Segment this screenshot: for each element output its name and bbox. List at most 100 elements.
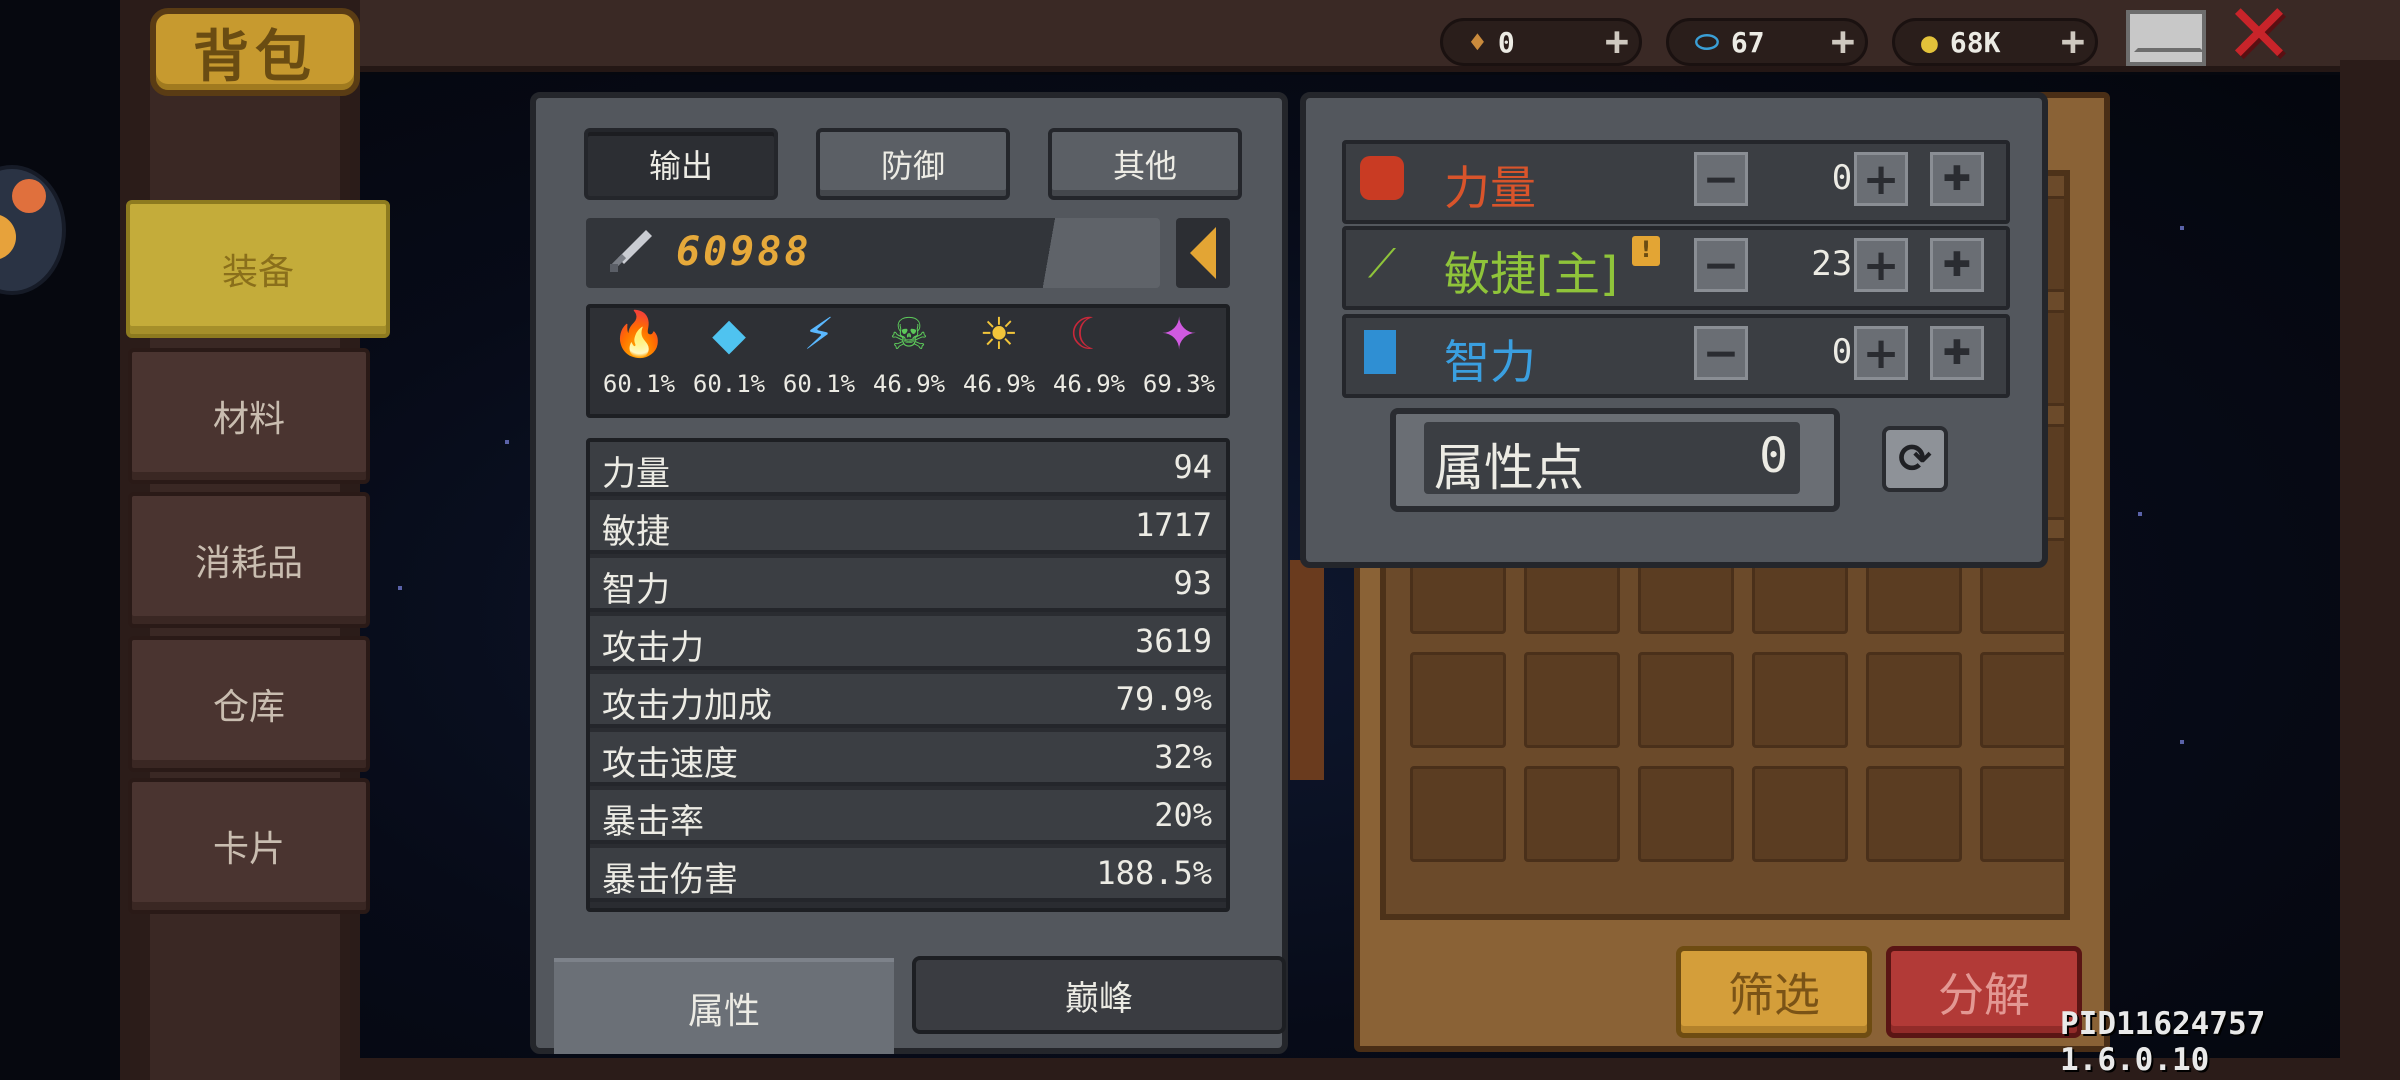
fire-icon: 🔥 xyxy=(611,309,667,360)
element-ice-value: 60.1% xyxy=(692,370,766,398)
stat-value: 188.5% xyxy=(1096,854,1212,892)
inventory-slot[interactable] xyxy=(1752,652,1848,748)
inventory-slot[interactable] xyxy=(1752,766,1848,862)
mail-icon[interactable] xyxy=(2126,10,2206,66)
sidebar-tab-consumables[interactable]: 消耗品 xyxy=(128,492,370,628)
close-icon[interactable]: ✕ xyxy=(2222,0,2296,76)
ice-crystal-icon: ◆ xyxy=(712,309,746,360)
increase-agility-max-button[interactable]: ✚ xyxy=(1930,238,1984,292)
sidebar-tab-materials[interactable]: 材料 xyxy=(128,348,370,484)
sidebar-tab-warehouse[interactable]: 仓库 xyxy=(128,636,370,772)
tab-defense[interactable]: 防御 xyxy=(816,128,1010,200)
light-sun-icon: ☀ xyxy=(979,309,1019,360)
stat-value: 93 xyxy=(1173,564,1212,602)
book-icon xyxy=(1364,330,1396,374)
stat-value: 32% xyxy=(1154,738,1212,776)
inventory-slot[interactable] xyxy=(1980,652,2064,748)
filter-button[interactable]: 筛选 xyxy=(1676,946,1872,1038)
alloc-row-intelligence: 智力 − 0 + ✚ xyxy=(1342,314,2010,398)
increase-intelligence-button[interactable]: + xyxy=(1854,326,1908,380)
stat-value: 3619 xyxy=(1134,622,1212,660)
stat-row-crit-rate: 暴击率 20% xyxy=(590,790,1226,844)
right-frame xyxy=(2340,60,2400,1080)
add-crystal-button[interactable]: + xyxy=(1605,21,1629,63)
stat-row-crit-damage: 暴击伤害 188.5% xyxy=(590,848,1226,902)
sidebar-tab-equipment[interactable]: 装备 xyxy=(126,200,390,338)
element-arcane-value: 69.3% xyxy=(1142,370,1216,398)
star-decoration xyxy=(505,440,509,444)
element-lightning-value: 60.1% xyxy=(782,370,856,398)
element-dark: ☾ 46.9% xyxy=(1044,309,1134,399)
stat-value: 1717 xyxy=(1134,506,1212,544)
add-gold-button[interactable]: + xyxy=(2061,21,2085,63)
increase-intelligence-max-button[interactable]: ✚ xyxy=(1930,326,1984,380)
stat-value: 20% xyxy=(1154,796,1212,834)
increase-strength-button[interactable]: + xyxy=(1854,152,1908,206)
attribute-points-value: 0 xyxy=(1759,428,1788,484)
stat-name: 攻击力加成 xyxy=(602,686,772,726)
alloc-row-agility: ⟋ 敏捷[主] ! − 236 + ✚ xyxy=(1342,226,2010,310)
stat-name: 攻击速度 xyxy=(602,744,738,784)
orange-crystal-icon: ♦ xyxy=(1469,25,1486,59)
stat-name: 力量 xyxy=(602,454,670,494)
page-title: 背包 xyxy=(150,8,360,96)
element-poison: ☠ 46.9% xyxy=(864,310,954,399)
inventory-slot[interactable] xyxy=(1866,766,1962,862)
currency-crystal: ♦ 0 + xyxy=(1440,18,1642,66)
alloc-label: 力量 xyxy=(1444,161,1536,215)
inventory-slot[interactable] xyxy=(1866,652,1962,748)
stat-value: 79.9% xyxy=(1115,680,1212,718)
tab-other[interactable]: 其他 xyxy=(1048,128,1242,200)
stat-name: 暴击伤害 xyxy=(602,860,738,900)
increase-strength-max-button[interactable]: ✚ xyxy=(1930,152,1984,206)
blue-gem-icon: ⬭ xyxy=(1695,25,1719,58)
sword-icon xyxy=(610,230,652,272)
player-id-version: PID11624757 1.6.0.10 xyxy=(2060,1006,2266,1078)
star-decoration xyxy=(2138,512,2142,516)
stat-row-agility: 敏捷 1717 xyxy=(590,500,1226,554)
inventory-slot[interactable] xyxy=(1524,766,1620,862)
element-dark-value: 46.9% xyxy=(1052,370,1126,398)
collapse-arrow-icon[interactable] xyxy=(1176,218,1230,288)
add-gem-button[interactable]: + xyxy=(1831,21,1855,63)
stat-name: 攻击力 xyxy=(602,628,704,668)
decrease-agility-button[interactable]: − xyxy=(1694,238,1748,292)
tab-attributes[interactable]: 属性 xyxy=(554,958,894,1054)
floating-menu-icon[interactable] xyxy=(0,165,66,295)
decrease-intelligence-button[interactable]: − xyxy=(1694,326,1748,380)
combat-power-value: 60988 xyxy=(676,229,812,275)
inventory-slot[interactable] xyxy=(1410,652,1506,748)
tab-output[interactable]: 输出 xyxy=(584,128,778,200)
dark-moon-icon: ☾ xyxy=(1069,309,1109,360)
star-decoration xyxy=(2180,226,2184,230)
fist-icon xyxy=(1360,156,1404,200)
power-bar xyxy=(586,218,1160,288)
element-poison-value: 46.9% xyxy=(872,370,946,398)
alloc-row-strength: 力量 − 0 + ✚ xyxy=(1342,140,2010,224)
gold-coin-icon: ● xyxy=(1921,25,1938,59)
reset-points-icon[interactable]: ⟳ xyxy=(1882,426,1948,492)
arcane-star-icon: ✦ xyxy=(1160,309,1198,360)
inventory-slot[interactable] xyxy=(1638,766,1734,862)
increase-agility-button[interactable]: + xyxy=(1854,238,1908,292)
stat-name: 智力 xyxy=(602,570,670,610)
inventory-slot[interactable] xyxy=(1638,652,1734,748)
inventory-slot[interactable] xyxy=(1524,652,1620,748)
stat-row-attack: 攻击力 3619 xyxy=(590,616,1226,670)
tab-peak[interactable]: 巅峰 xyxy=(912,956,1286,1034)
decompose-button[interactable]: 分解 xyxy=(1886,946,2082,1038)
currency-gold: ● 68K + xyxy=(1892,18,2098,66)
inventory-slot[interactable] xyxy=(1980,766,2064,862)
feather-icon: ⟋ xyxy=(1368,241,1396,287)
currency-gold-value: 68K xyxy=(1949,25,2001,59)
sidebar-tab-cards[interactable]: 卡片 xyxy=(128,778,370,914)
inventory-slot[interactable] xyxy=(1410,766,1506,862)
stat-name: 敏捷 xyxy=(602,512,670,552)
element-lightning: ⚡ 60.1% xyxy=(774,310,864,399)
stat-row-strength: 力量 94 xyxy=(590,442,1226,496)
currency-crystal-value: 0 xyxy=(1497,25,1515,59)
element-light-value: 46.9% xyxy=(962,370,1036,398)
star-decoration xyxy=(2180,740,2184,744)
decrease-strength-button[interactable]: − xyxy=(1694,152,1748,206)
character-sprite xyxy=(1290,560,1324,780)
